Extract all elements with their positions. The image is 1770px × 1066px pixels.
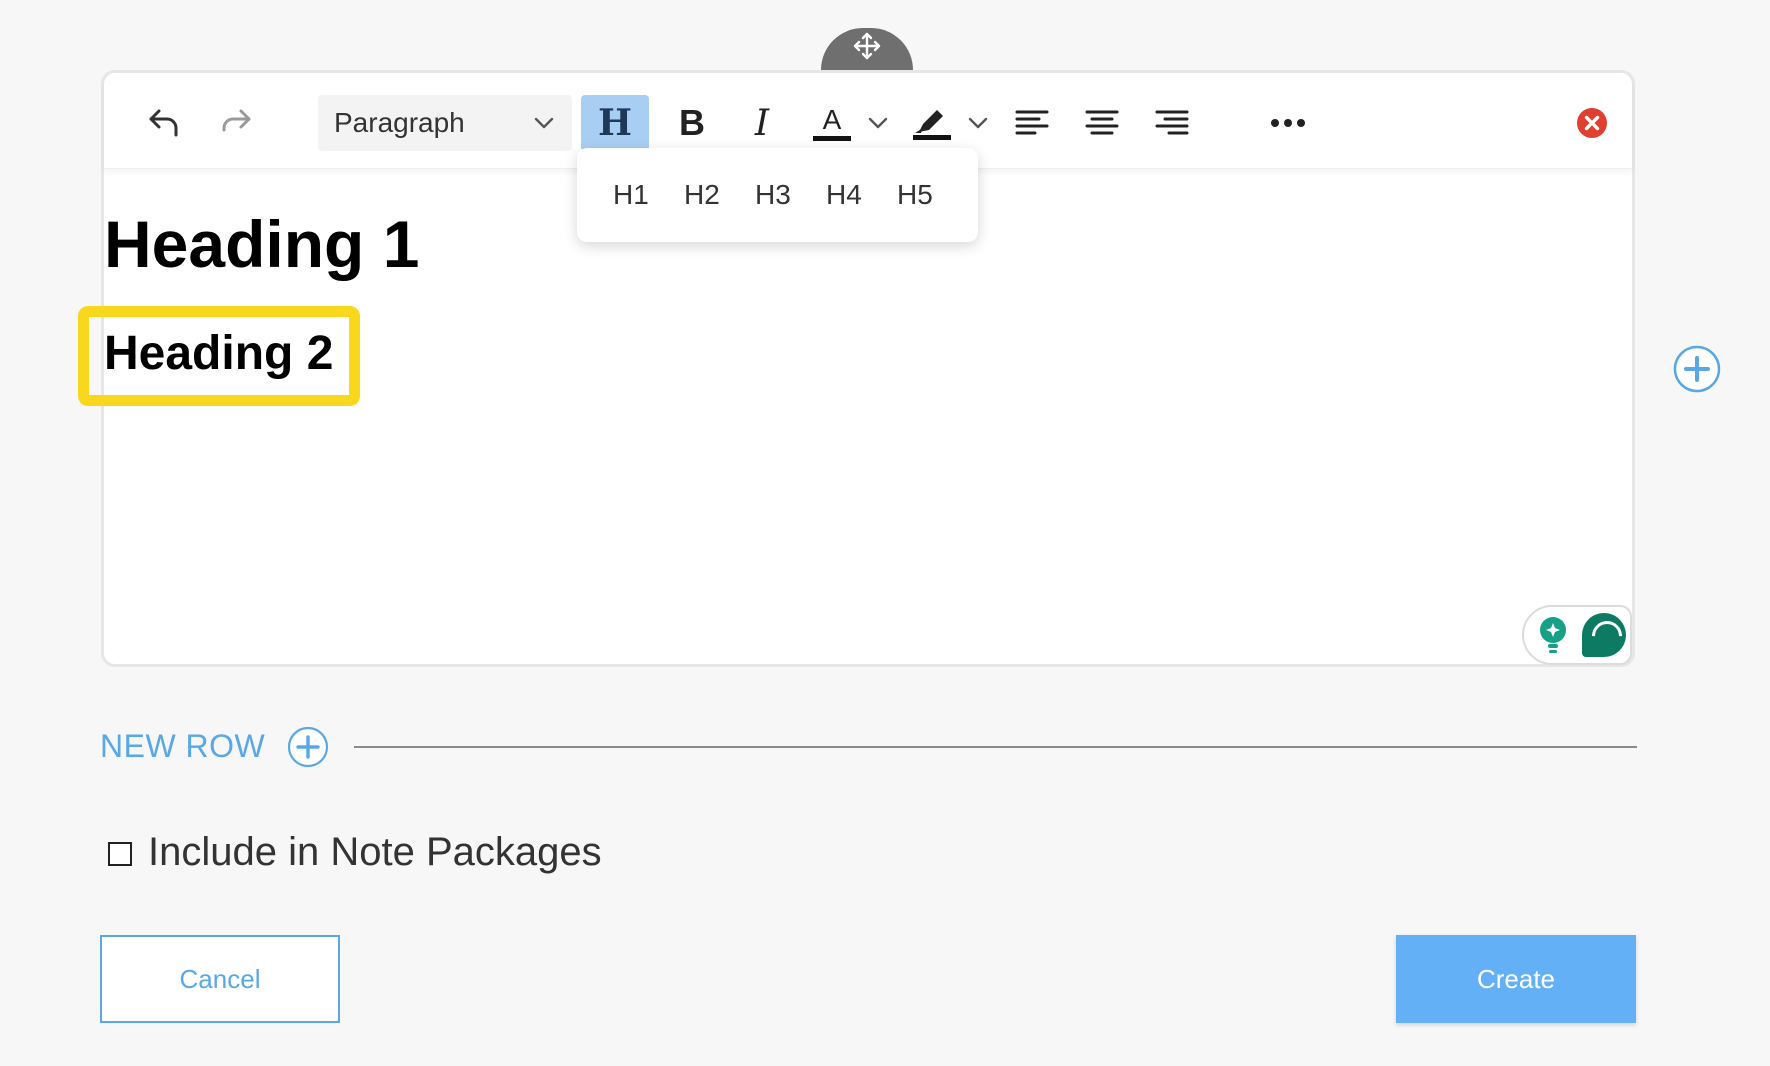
bold-icon: B [679,102,705,143]
align-left-button[interactable] [1004,95,1060,151]
heading-level-dropdown: H1 H2 H3 H4 H5 [577,148,978,242]
close-editor-button[interactable] [1564,95,1620,151]
include-in-note-packages-label: Include in Note Packages [148,830,602,874]
more-options-button[interactable] [1260,95,1316,151]
highlight-button[interactable] [904,95,960,151]
include-in-note-packages-checkbox[interactable] [108,842,132,866]
paragraph-style-label: Paragraph [334,107,465,138]
highlight-swatch [913,135,951,140]
font-color-button[interactable]: A [804,95,860,151]
content-heading-2[interactable]: Heading 2 [104,326,333,381]
content-heading-1[interactable]: Heading 1 [104,206,419,282]
divider [354,746,1637,748]
redo-button[interactable] [208,95,264,151]
assistant-widget[interactable] [1522,605,1632,665]
highlighter-icon [915,110,943,133]
font-color-dropdown[interactable] [860,95,896,151]
align-left-icon [1015,110,1049,135]
redo-icon [222,109,251,132]
create-button[interactable]: Create [1396,935,1636,1023]
undo-icon [149,109,178,137]
align-center-button[interactable] [1074,95,1130,151]
chat-icon[interactable] [1582,613,1626,657]
chevron-down-icon [968,117,988,129]
bold-button[interactable]: B [664,95,720,151]
align-right-icon [1155,110,1189,135]
chevron-down-icon [868,117,888,129]
font-color-swatch [813,135,851,141]
paragraph-style-select[interactable]: Paragraph [318,95,572,151]
more-icon [1271,119,1305,127]
heading-option-h5[interactable]: H5 [897,179,968,211]
font-color-icon: A [822,103,842,135]
heading-option-h3[interactable]: H3 [755,179,826,211]
italic-button[interactable]: I [734,95,790,151]
new-row-label[interactable]: NEW ROW [100,728,265,765]
heading-option-h2[interactable]: H2 [684,179,755,211]
highlight-dropdown[interactable] [960,95,996,151]
heading-icon: H [597,102,632,144]
undo-button[interactable] [136,95,192,151]
heading-option-h1[interactable]: H1 [613,179,684,211]
heading-button[interactable]: H [581,95,649,151]
close-icon [1577,108,1607,138]
drag-handle[interactable] [821,28,913,70]
align-center-icon [1085,110,1119,135]
lightbulb-icon[interactable] [1536,615,1570,655]
add-row-button[interactable] [287,726,329,768]
move-icon [853,32,881,60]
add-column-button[interactable] [1672,344,1722,394]
heading-option-h4[interactable]: H4 [826,179,897,211]
align-right-button[interactable] [1144,95,1200,151]
cancel-button[interactable]: Cancel [100,935,340,1023]
italic-icon: I [754,102,770,144]
chevron-down-icon [534,117,554,129]
